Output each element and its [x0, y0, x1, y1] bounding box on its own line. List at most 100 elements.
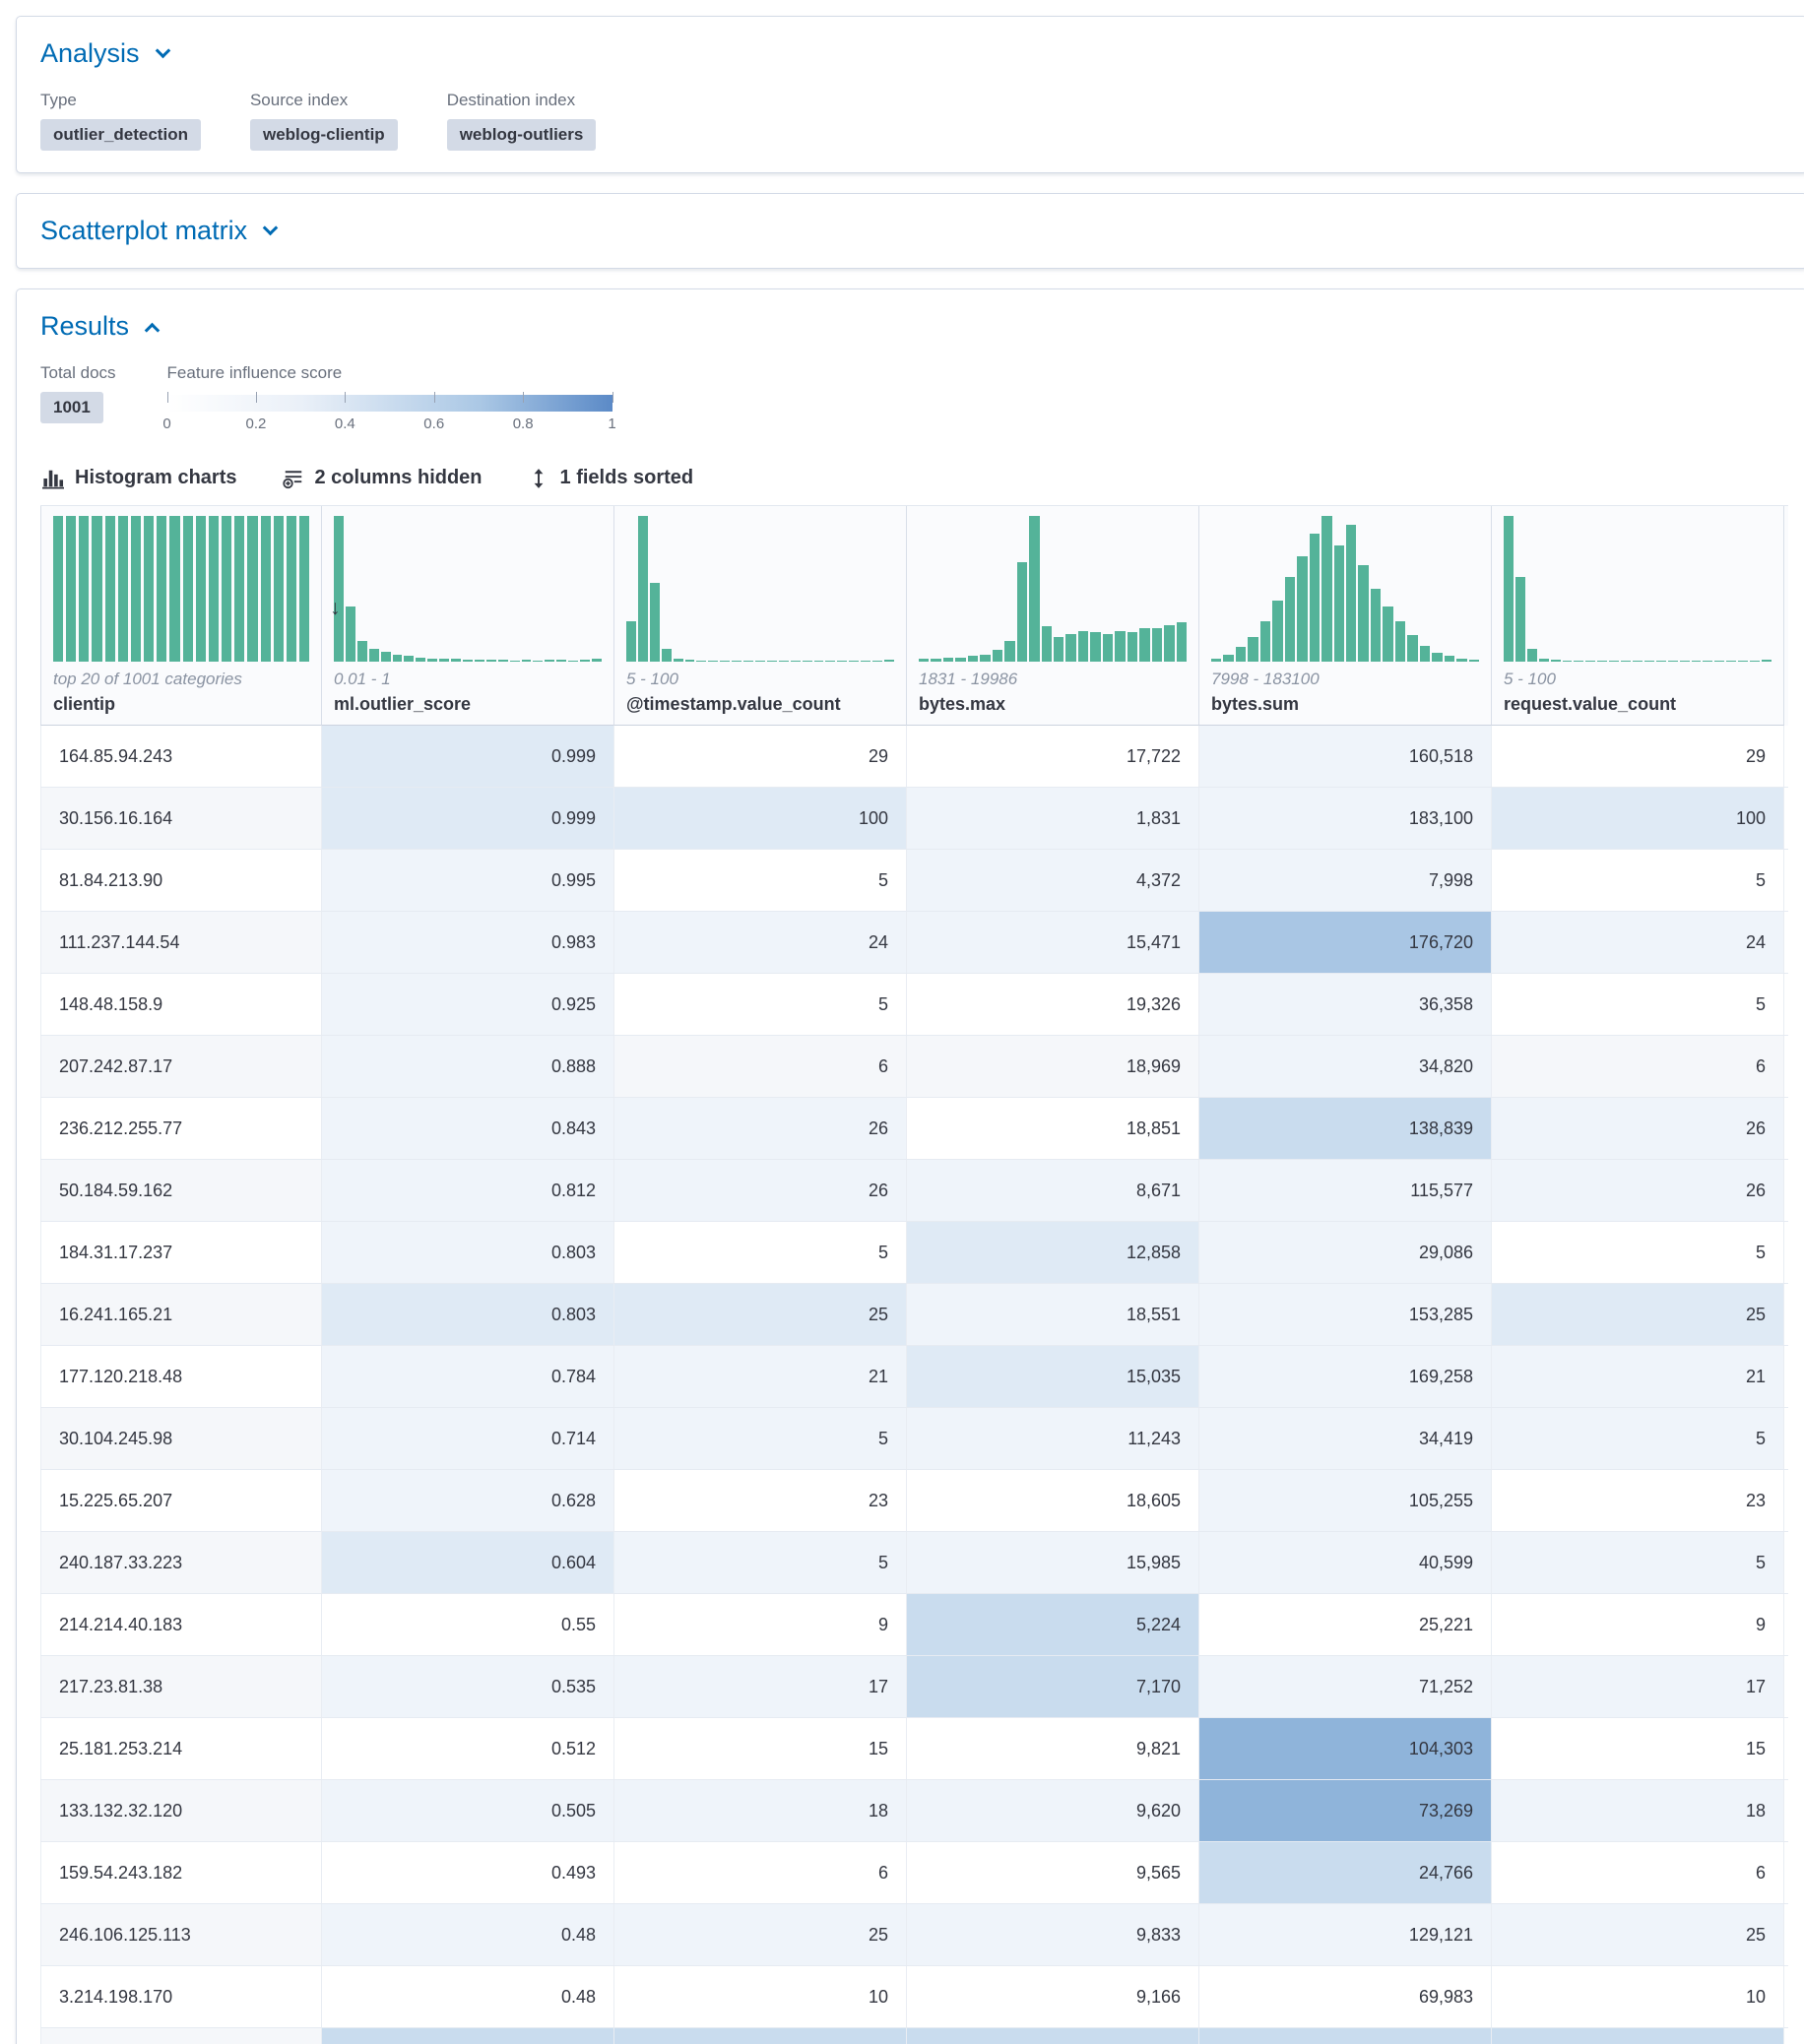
cell-ml-outlier-score[interactable]: 0.48 [322, 1966, 614, 2027]
cell-clientip[interactable]: 111.237.144.54 [40, 912, 322, 973]
cell-bytes-sum[interactable] [1199, 2028, 1492, 2044]
cell-request-value-count[interactable]: 5 [1492, 1222, 1784, 1283]
cell-ml-outlier-score[interactable]: 0.803 [322, 1222, 614, 1283]
cell-bytes-sum[interactable]: 105,255 [1199, 1470, 1492, 1531]
cell-ml-outlier-score[interactable]: 0.888 [322, 1036, 614, 1097]
cell-request-value-count[interactable]: 25 [1492, 1904, 1784, 1965]
cell-request-value-count[interactable]: 25 [1492, 1284, 1784, 1345]
cell-request-value-count[interactable]: 23 [1492, 1470, 1784, 1531]
cell-request-value-count[interactable]: 17 [1492, 1656, 1784, 1717]
cell-request-value-count[interactable]: 100 [1492, 788, 1784, 849]
cell-ml-outlier-score[interactable]: 0.983 [322, 912, 614, 973]
cell-ml-outlier-score[interactable]: 0.999 [322, 726, 614, 787]
cell-bytes-max[interactable]: 9,166 [907, 1966, 1199, 2027]
cell-request-value-count[interactable]: 10 [1492, 1966, 1784, 2027]
cell-timestamp-value-count[interactable]: 24 [614, 912, 907, 973]
cell-ml-outlier-score[interactable]: 0.925 [322, 974, 614, 1035]
cell-clientip[interactable]: 25.181.253.214 [40, 1718, 322, 1779]
cell-ml-outlier-score[interactable]: 0.812 [322, 1160, 614, 1221]
cell-bytes-max[interactable]: 18,851 [907, 1098, 1199, 1159]
cell-bytes-max[interactable]: 4,372 [907, 850, 1199, 911]
cell-bytes-sum[interactable]: 36,358 [1199, 974, 1492, 1035]
cell-clientip[interactable]: 177.120.218.48 [40, 1346, 322, 1407]
cell-ml-outlier-score[interactable]: 0.505 [322, 1780, 614, 1841]
cell-timestamp-value-count[interactable]: 6 [614, 1036, 907, 1097]
cell-clientip[interactable]: 236.212.255.77 [40, 1098, 322, 1159]
cell-request-value-count[interactable]: 6 [1492, 1842, 1784, 1903]
cell-bytes-sum[interactable]: 24,766 [1199, 1842, 1492, 1903]
cell-bytes-max[interactable] [907, 2028, 1199, 2044]
cell-bytes-sum[interactable]: 29,086 [1199, 1222, 1492, 1283]
cell-bytes-max[interactable]: 15,471 [907, 912, 1199, 973]
columns-hidden-button[interactable]: 2 columns hidden [283, 467, 483, 489]
cell-bytes-sum[interactable]: 34,820 [1199, 1036, 1492, 1097]
cell-timestamp-value-count[interactable]: 10 [614, 1966, 907, 2027]
cell-bytes-max[interactable]: 15,035 [907, 1346, 1199, 1407]
cell-bytes-sum[interactable]: 7,998 [1199, 850, 1492, 911]
fields-sorted-button[interactable]: 1 fields sorted [528, 467, 694, 489]
cell-bytes-max[interactable]: 9,565 [907, 1842, 1199, 1903]
cell-clientip[interactable]: 133.132.32.120 [40, 1780, 322, 1841]
cell-bytes-sum[interactable]: 40,599 [1199, 1532, 1492, 1593]
cell-request-value-count[interactable]: 21 [1492, 1346, 1784, 1407]
cell-bytes-sum[interactable]: 169,258 [1199, 1346, 1492, 1407]
cell-ml-outlier-score[interactable]: 0.48 [322, 1904, 614, 1965]
cell-ml-outlier-score[interactable]: 0.995 [322, 850, 614, 911]
column-header-ml-outlier-score[interactable]: ↓0.01 - 1ml.outlier_score [322, 506, 614, 726]
cell-bytes-sum[interactable]: 104,303 [1199, 1718, 1492, 1779]
cell-request-value-count[interactable]: 29 [1492, 726, 1784, 787]
cell-request-value-count[interactable]: 5 [1492, 850, 1784, 911]
cell-ml-outlier-score[interactable]: 0.999 [322, 788, 614, 849]
cell-request-value-count[interactable]: 9 [1492, 1594, 1784, 1655]
cell-bytes-max[interactable]: 9,821 [907, 1718, 1199, 1779]
cell-timestamp-value-count[interactable]: 6 [614, 1842, 907, 1903]
cell-bytes-sum[interactable]: 115,577 [1199, 1160, 1492, 1221]
cell-clientip[interactable]: 159.54.243.182 [40, 1842, 322, 1903]
cell-clientip[interactable]: 148.48.158.9 [40, 974, 322, 1035]
cell-clientip[interactable]: 3.214.198.170 [40, 1966, 322, 2027]
cell-request-value-count[interactable]: 5 [1492, 1532, 1784, 1593]
histogram-charts-button[interactable]: Histogram charts [42, 467, 237, 489]
cell-request-value-count[interactable]: 24 [1492, 912, 1784, 973]
cell-bytes-max[interactable]: 8,671 [907, 1160, 1199, 1221]
cell-ml-outlier-score[interactable]: 0.535 [322, 1656, 614, 1717]
cell-ml-outlier-score[interactable]: 0.714 [322, 1408, 614, 1469]
cell-bytes-max[interactable]: 5,224 [907, 1594, 1199, 1655]
cell-request-value-count[interactable]: 18 [1492, 1780, 1784, 1841]
cell-timestamp-value-count[interactable]: 21 [614, 1346, 907, 1407]
cell-timestamp-value-count[interactable]: 100 [614, 788, 907, 849]
cell-clientip[interactable] [40, 2028, 322, 2044]
cell-timestamp-value-count[interactable]: 15 [614, 1718, 907, 1779]
cell-bytes-sum[interactable]: 73,269 [1199, 1780, 1492, 1841]
cell-timestamp-value-count[interactable]: 26 [614, 1160, 907, 1221]
cell-bytes-max[interactable]: 9,833 [907, 1904, 1199, 1965]
cell-timestamp-value-count[interactable]: 18 [614, 1780, 907, 1841]
cell-bytes-sum[interactable]: 129,121 [1199, 1904, 1492, 1965]
cell-clientip[interactable]: 15.225.65.207 [40, 1470, 322, 1531]
cell-bytes-max[interactable]: 11,243 [907, 1408, 1199, 1469]
column-header-bytes-sum[interactable]: 7998 - 183100bytes.sum [1199, 506, 1492, 726]
cell-bytes-sum[interactable]: 176,720 [1199, 912, 1492, 973]
cell-ml-outlier-score[interactable]: 0.784 [322, 1346, 614, 1407]
cell-bytes-max[interactable]: 7,170 [907, 1656, 1199, 1717]
cell-request-value-count[interactable]: 6 [1492, 1036, 1784, 1097]
cell-bytes-sum[interactable]: 69,983 [1199, 1966, 1492, 2027]
cell-bytes-sum[interactable]: 160,518 [1199, 726, 1492, 787]
cell-bytes-sum[interactable]: 25,221 [1199, 1594, 1492, 1655]
cell-timestamp-value-count[interactable]: 25 [614, 1284, 907, 1345]
cell-timestamp-value-count[interactable]: 29 [614, 726, 907, 787]
cell-request-value-count[interactable]: 26 [1492, 1098, 1784, 1159]
cell-timestamp-value-count[interactable]: 5 [614, 1408, 907, 1469]
cell-request-value-count[interactable]: 15 [1492, 1718, 1784, 1779]
cell-clientip[interactable]: 164.85.94.243 [40, 726, 322, 787]
cell-clientip[interactable]: 240.187.33.223 [40, 1532, 322, 1593]
cell-clientip[interactable]: 30.156.16.164 [40, 788, 322, 849]
results-section-toggle[interactable]: Results [40, 311, 158, 342]
analysis-section-toggle[interactable]: Analysis [40, 38, 168, 69]
column-header-clientip[interactable]: top 20 of 1001 categoriesclientip [40, 506, 322, 726]
cell-clientip[interactable]: 50.184.59.162 [40, 1160, 322, 1221]
cell-clientip[interactable]: 81.84.213.90 [40, 850, 322, 911]
cell-ml-outlier-score[interactable]: 0.628 [322, 1470, 614, 1531]
cell-bytes-max[interactable]: 18,551 [907, 1284, 1199, 1345]
cell-bytes-max[interactable]: 15,985 [907, 1532, 1199, 1593]
